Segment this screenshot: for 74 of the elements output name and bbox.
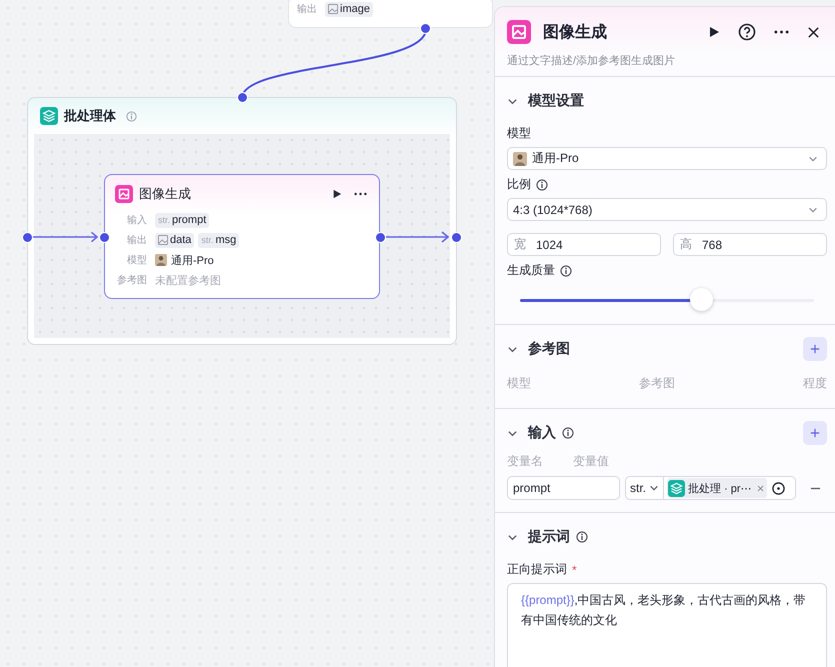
field-label: 比例 [507, 176, 531, 193]
field-label: 正向提示词 [507, 561, 567, 578]
dropdown[interactable]: 4:3 (1024*768) [507, 198, 827, 221]
port-dot[interactable] [237, 92, 248, 103]
row-label: 参考图 [116, 274, 147, 287]
column-header: 程度 [803, 375, 827, 392]
node-card[interactable]: 图像生成 输入 str. prompt 输出 data str. msg 模型 通用-Pro 参考图 未配置参考图 [104, 174, 380, 299]
help-icon[interactable] [738, 23, 756, 41]
port-dot[interactable] [420, 23, 431, 34]
image-icon [328, 4, 338, 14]
required-mark: * [572, 562, 577, 576]
column-header: 参考图 [639, 375, 675, 392]
panel-description: 通过文字描述/添加参考图生成图片 [507, 54, 676, 68]
more-icon[interactable] [774, 30, 789, 34]
type-label: str. [158, 215, 170, 225]
play-icon[interactable] [332, 189, 342, 199]
dropdown[interactable]: 通用-Pro [507, 147, 827, 170]
add-button[interactable] [803, 421, 827, 445]
section-title: 输入 [528, 424, 556, 442]
reference-tag[interactable]: 批处理 · pr⋯ [667, 478, 767, 498]
type-dropdown[interactable]: str. [626, 477, 664, 499]
input-field[interactable]: 高 768 [673, 233, 827, 256]
node-card[interactable]: 输出 image [288, 0, 493, 28]
close-icon[interactable] [807, 26, 820, 38]
plus-icon [810, 428, 820, 438]
section-title: 参考图 [528, 340, 570, 358]
image-icon [158, 235, 168, 245]
info-icon[interactable] [560, 264, 572, 276]
port-dot[interactable] [451, 232, 462, 243]
row-label: 模型 [126, 254, 147, 267]
model-name: 通用-Pro [171, 254, 214, 268]
add-button[interactable] [803, 337, 827, 361]
node-title: 批处理体 [64, 107, 116, 125]
node-title: 图像生成 [139, 185, 192, 203]
column-header: 模型 [507, 375, 531, 392]
remove-icon[interactable] [756, 484, 764, 492]
prompt-field[interactable]: {{prompt}},中国古风，老头形象，古代古画的风格，带有中国传统的文化 [507, 583, 827, 667]
column-header: 变量值 [573, 453, 609, 470]
play-icon[interactable] [708, 26, 720, 38]
connector-arrow [32, 231, 98, 243]
panel-title: 图像生成 [543, 22, 608, 42]
layers-icon [40, 107, 58, 125]
avatar-icon [513, 152, 527, 166]
info-icon[interactable] [536, 178, 548, 190]
variable-name: prompt [172, 214, 206, 226]
chevron-icon [649, 483, 660, 493]
slider-thumb[interactable] [690, 288, 714, 311]
target-icon[interactable] [772, 482, 785, 494]
info-icon[interactable] [562, 427, 574, 439]
plus-icon [810, 344, 820, 354]
more-icon[interactable] [354, 192, 367, 196]
input-field[interactable]: 宽 1024 [507, 233, 661, 256]
row-label: 输入 [126, 214, 147, 227]
info-icon[interactable] [576, 531, 588, 543]
image-icon [507, 20, 531, 44]
row-label: 输出 [126, 234, 147, 247]
connector-arrow [386, 231, 449, 243]
variable-name: data [170, 234, 192, 246]
avatar-icon [155, 254, 167, 266]
row-label: 输出 [297, 2, 317, 16]
section-title: 提示词 [528, 528, 570, 546]
field-label: 模型 [507, 125, 531, 142]
section-title: 模型设置 [528, 92, 584, 110]
port-dot[interactable] [22, 232, 33, 243]
column-header: 变量名 [507, 453, 543, 470]
layers-icon [668, 480, 686, 496]
empty-text: 未配置参考图 [155, 274, 221, 288]
image-icon [115, 185, 133, 203]
slider-track[interactable] [520, 288, 814, 312]
variable-name: image [340, 3, 370, 15]
variable-name: msg [215, 234, 236, 246]
type-label: str. [201, 235, 214, 245]
field-label: 生成质量 [507, 262, 555, 279]
input-field[interactable]: prompt [507, 476, 620, 500]
